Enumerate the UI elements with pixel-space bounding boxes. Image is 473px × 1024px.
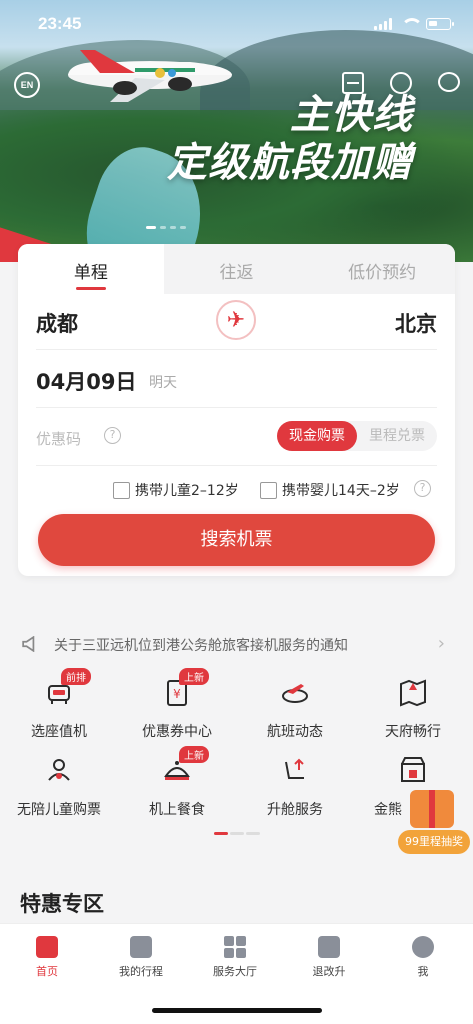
headset-icon[interactable] <box>390 72 412 94</box>
departure-date[interactable]: 04月09日 <box>36 366 136 396</box>
signal-icon <box>374 18 392 30</box>
cash-purchase-option[interactable]: 现金购票 <box>277 421 357 451</box>
service-inflight-meal[interactable]: 上新 机上餐食 <box>118 746 236 819</box>
child-checkbox[interactable]: 携带儿童2–12岁 <box>113 480 239 500</box>
nav-profile[interactable]: 我 <box>376 936 470 979</box>
mileage-redeem-option[interactable]: 里程兑票 <box>357 421 437 451</box>
swap-airplane-icon[interactable]: ✈ <box>216 300 256 340</box>
service-badge: 上新 <box>179 668 209 685</box>
departure-city[interactable]: 成都 <box>36 308 78 338</box>
nav-label: 我的行程 <box>119 965 163 978</box>
service-pagination <box>214 832 260 835</box>
service-tianfu[interactable]: 天府畅行 <box>354 676 472 741</box>
nav-label: 我 <box>417 965 429 978</box>
change-icon <box>318 936 340 958</box>
service-label: 机上餐食 <box>149 802 205 818</box>
banner-pagination <box>146 226 186 229</box>
nav-service-hall[interactable]: 服务大厅 <box>188 936 282 979</box>
status-time: 23:45 <box>38 14 82 33</box>
megaphone-icon <box>22 636 35 652</box>
store-icon <box>401 757 425 782</box>
service-badge: 上新 <box>179 746 209 763</box>
checkbox-icon <box>113 481 130 499</box>
help-icon[interactable]: ? <box>104 427 121 444</box>
arrival-city[interactable]: 北京 <box>395 308 437 338</box>
passenger-options: 携带儿童2–12岁 携带婴儿14天–2岁 ? <box>36 466 437 510</box>
nav-label: 退改升 <box>312 965 346 978</box>
airplane-illustration <box>68 50 232 102</box>
gift-icon <box>410 790 454 828</box>
nav-home[interactable]: 首页 <box>0 936 94 979</box>
service-seat-checkin[interactable]: 前排 选座值机 <box>0 668 118 741</box>
child-checkbox-label: 携带儿童2–12岁 <box>135 483 239 499</box>
promo-code-input[interactable]: 优惠码 <box>36 428 81 449</box>
child-icon <box>48 759 70 781</box>
flight-status-icon <box>282 684 308 703</box>
date-hint: 明天 <box>149 375 177 391</box>
message-icon[interactable] <box>438 72 460 92</box>
service-coupon-center[interactable]: ¥ 上新 优惠券中心 <box>118 668 236 741</box>
scan-icon[interactable] <box>342 72 364 94</box>
service-flight-status[interactable]: 航班动态 <box>236 676 354 741</box>
nav-label: 服务大厅 <box>213 965 257 978</box>
mileage-lottery-float[interactable]: 99里程抽奖 <box>396 786 472 856</box>
grid-icon <box>224 936 246 958</box>
section-title: 特惠专区 <box>20 892 104 916</box>
service-label: 选座值机 <box>31 724 87 740</box>
tab-low-price[interactable]: 低价预约 <box>309 244 455 294</box>
service-label: 航班动态 <box>267 724 323 740</box>
svg-text:¥: ¥ <box>173 687 181 701</box>
trip-icon <box>130 936 152 958</box>
payment-toggle: 现金购票 里程兑票 <box>277 421 437 451</box>
nav-my-trips[interactable]: 我的行程 <box>94 936 188 979</box>
booking-card: 单程 往返 低价预约 成都 ✈ 北京 04月09日 明天 优惠码 ? 现金购票 … <box>18 244 455 576</box>
service-label: 无陪儿童购票 <box>17 802 101 818</box>
home-icon <box>36 936 58 958</box>
nav-change-refund[interactable]: 退改升 <box>282 936 376 979</box>
banner-slogan-sub: 定级航段加赠 <box>167 140 413 186</box>
service-badge: 前排 <box>61 668 91 685</box>
service-label: 天府畅行 <box>385 724 441 740</box>
wifi-icon <box>400 18 423 30</box>
route-row: 成都 ✈ 北京 <box>36 294 437 350</box>
date-row[interactable]: 04月09日 明天 <box>36 350 437 408</box>
upgrade-icon <box>285 758 304 779</box>
float-ad-label: 99里程抽奖 <box>398 830 470 854</box>
map-icon <box>400 679 426 707</box>
nav-label: 首页 <box>36 965 58 978</box>
home-indicator <box>152 1008 322 1013</box>
battery-icon <box>426 18 454 30</box>
tab-round-trip[interactable]: 往返 <box>163 244 310 294</box>
notice-bar[interactable]: 关于三亚远机位到港公务舱旅客接机服务的通知 › <box>0 626 473 662</box>
status-bar: 23:45 <box>0 0 473 44</box>
tab-one-way[interactable]: 单程 <box>18 244 164 294</box>
infant-checkbox[interactable]: 携带婴儿14天–2岁 <box>260 480 400 500</box>
promo-row: 优惠码 ? 现金购票 里程兑票 <box>36 408 437 466</box>
language-button[interactable]: EN <box>14 72 40 98</box>
profile-icon <box>412 936 434 958</box>
infant-checkbox-label: 携带婴儿14天–2岁 <box>282 483 400 499</box>
checkbox-icon <box>260 481 277 499</box>
search-flights-button[interactable]: 搜索机票 <box>38 514 435 566</box>
service-label: 优惠券中心 <box>142 724 212 740</box>
trip-type-tabs: 单程 往返 低价预约 <box>18 244 455 294</box>
hero-banner[interactable]: 23:45 主快线 定级航段加赠 EN <box>0 0 473 262</box>
service-upgrade[interactable]: 升舱服务 <box>236 754 354 819</box>
chevron-right-icon: › <box>437 633 445 654</box>
service-label: 升舱服务 <box>267 802 323 818</box>
notice-text: 关于三亚远机位到港公务舱旅客接机服务的通知 <box>54 638 348 654</box>
service-unaccompanied-child[interactable]: 无陪儿童购票 <box>0 754 118 819</box>
help-icon[interactable]: ? <box>414 480 431 497</box>
